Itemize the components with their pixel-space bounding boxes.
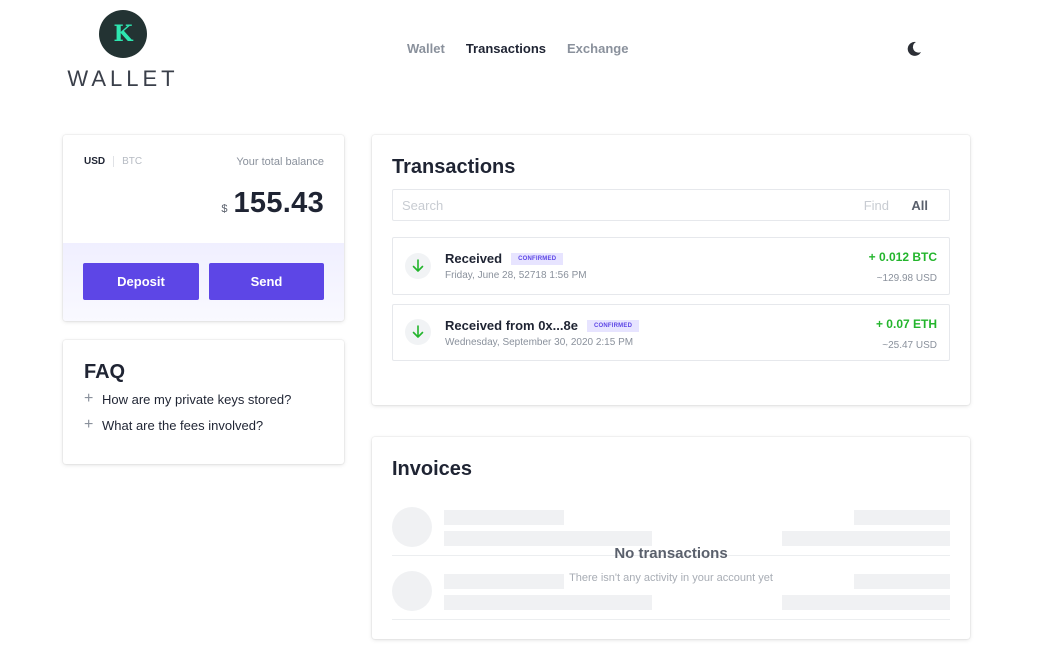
transaction-date: Friday, June 28, 52718 1:56 PM bbox=[445, 270, 587, 281]
transaction-row[interactable]: Received from 0x...8e CONFIRMED Wednesda… bbox=[392, 304, 950, 361]
logo-wordmark: WALLET bbox=[67, 66, 179, 91]
plus-icon: + bbox=[84, 390, 94, 407]
faq-card: FAQ + How are my private keys stored? + … bbox=[63, 340, 344, 464]
nav-transactions[interactable]: Transactions bbox=[466, 41, 546, 56]
faq-item[interactable]: + What are the fees involved? bbox=[84, 416, 263, 434]
send-button[interactable]: Send bbox=[209, 263, 324, 300]
invoices-card: Invoices No transactions There isn't any… bbox=[372, 437, 970, 639]
transaction-title: Received from 0x...8e bbox=[445, 318, 578, 333]
skeleton-line bbox=[444, 595, 652, 610]
empty-state-subtitle: There isn't any activity in your account… bbox=[569, 572, 773, 584]
moon-icon[interactable] bbox=[905, 40, 923, 58]
empty-state-title: No transactions bbox=[614, 545, 728, 562]
arrow-down-icon bbox=[405, 319, 431, 345]
plus-icon: + bbox=[84, 416, 94, 433]
transaction-fiat-amount: ~25.47 USD bbox=[882, 340, 937, 351]
total-balance-label: Your total balance bbox=[236, 156, 324, 168]
faq-title: FAQ bbox=[84, 361, 126, 383]
currency-symbol: $ bbox=[221, 203, 228, 215]
transaction-title: Received bbox=[445, 251, 503, 266]
main-nav: Wallet Transactions Exchange bbox=[407, 41, 628, 56]
skeleton-line bbox=[444, 510, 564, 525]
currency-btc-toggle[interactable]: BTC bbox=[122, 156, 142, 167]
transaction-search: Find All bbox=[392, 189, 950, 221]
transaction-title-row: Received CONFIRMED bbox=[445, 251, 564, 266]
transaction-crypto-amount: + 0.07 ETH bbox=[875, 317, 937, 331]
all-filter-button[interactable]: All bbox=[911, 198, 928, 213]
find-button[interactable]: Find bbox=[864, 198, 889, 213]
currency-divider bbox=[113, 156, 115, 167]
wallet-logo[interactable]: K WALLET bbox=[62, 10, 184, 91]
search-input[interactable] bbox=[402, 190, 832, 220]
transactions-title: Transactions bbox=[392, 156, 516, 178]
skeleton-line bbox=[782, 595, 950, 610]
skeleton-line bbox=[444, 531, 652, 546]
skeleton-divider bbox=[392, 619, 950, 620]
transaction-date: Wednesday, September 30, 2020 2:15 PM bbox=[445, 337, 634, 348]
nav-wallet[interactable]: Wallet bbox=[407, 41, 445, 56]
skeleton-line bbox=[854, 510, 950, 525]
faq-question: How are my private keys stored? bbox=[102, 391, 292, 407]
arrow-down-icon bbox=[405, 253, 431, 279]
deposit-button[interactable]: Deposit bbox=[83, 263, 199, 300]
transaction-fiat-amount: ~129.98 USD bbox=[876, 273, 937, 284]
status-badge: CONFIRMED bbox=[511, 252, 564, 265]
skeleton-avatar bbox=[392, 507, 432, 547]
invoices-title: Invoices bbox=[392, 458, 473, 480]
balance-card: USD BTC Your total balance $ 155.43 Depo… bbox=[63, 135, 344, 321]
transaction-title-row: Received from 0x...8e CONFIRMED bbox=[445, 318, 640, 333]
skeleton-line bbox=[782, 531, 950, 546]
balance-amount: $ 155.43 bbox=[221, 187, 324, 220]
currency-usd-toggle[interactable]: USD bbox=[84, 156, 105, 167]
logo-letter: K bbox=[113, 21, 133, 47]
balance-actions: Deposit Send bbox=[63, 243, 344, 321]
nav-exchange[interactable]: Exchange bbox=[567, 41, 628, 56]
transaction-row[interactable]: Received CONFIRMED Friday, June 28, 5271… bbox=[392, 237, 950, 295]
balance-value: 155.43 bbox=[233, 187, 324, 219]
faq-question: What are the fees involved? bbox=[102, 417, 264, 433]
faq-item[interactable]: + How are my private keys stored? bbox=[84, 390, 291, 408]
status-badge: CONFIRMED bbox=[586, 319, 640, 332]
transaction-crypto-amount: + 0.012 BTC bbox=[868, 250, 937, 264]
currency-switch: USD BTC bbox=[84, 156, 142, 167]
transactions-card: Transactions Find All Received CONFIRMED… bbox=[372, 135, 970, 405]
